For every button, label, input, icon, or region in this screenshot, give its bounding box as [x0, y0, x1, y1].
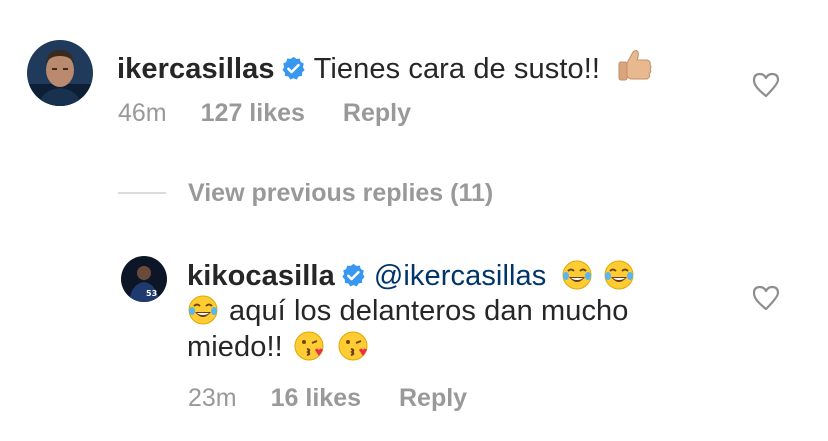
view-replies-label: View previous replies (11): [188, 179, 494, 207]
reply-button[interactable]: Reply: [343, 99, 411, 127]
like-heart-icon[interactable]: [752, 285, 780, 311]
avatar-photo: 53: [121, 256, 167, 302]
mention-link[interactable]: @ikercasillas: [374, 260, 547, 292]
face-blowing-a-kiss-icon: [337, 330, 369, 362]
avatar-kikocasilla[interactable]: 53: [121, 256, 167, 302]
reply-button[interactable]: Reply: [399, 384, 467, 412]
comment-time: 46m: [118, 99, 167, 127]
comment-meta: 46m 127 likes Reply: [118, 98, 411, 128]
likes-count-link[interactable]: 127 likes: [201, 99, 305, 127]
face-with-tears-of-joy-icon: [187, 294, 219, 326]
comment-text: Tienes cara de susto!!: [313, 53, 601, 85]
reply-text-line-3: miedo!!: [187, 331, 283, 363]
comment-line-1: ikercasillas Tienes cara de susto!!: [117, 46, 654, 87]
verified-badge-icon: [341, 263, 366, 288]
reply-meta: 23m 16 likes Reply: [188, 383, 467, 413]
reply-line-1: kikocasilla @ikercasillas: [187, 258, 635, 294]
thumbs-up-icon: [614, 46, 654, 86]
jersey-number: 53: [146, 289, 157, 298]
verified-badge-icon: [281, 56, 306, 81]
comment-thread: ikercasillas Tienes cara de susto!! 46m 12…: [0, 0, 828, 441]
like-heart-icon[interactable]: [752, 72, 780, 98]
reply-line-3: miedo!!: [187, 329, 369, 365]
face-with-tears-of-joy-icon: [603, 259, 635, 291]
reply-line-2: aquí los delanteros dan mucho: [187, 293, 629, 329]
avatar-ikercasillas[interactable]: [27, 40, 93, 106]
reply-time: 23m: [188, 384, 237, 412]
face-blowing-a-kiss-icon: [293, 330, 325, 362]
divider-line: [118, 192, 166, 194]
avatar-photo: [27, 40, 93, 106]
view-previous-replies-button[interactable]: View previous replies (11): [118, 178, 493, 208]
reply-username[interactable]: kikocasilla: [187, 260, 335, 292]
comment-username[interactable]: ikercasillas: [117, 53, 275, 85]
reply-text-line-2: aquí los delanteros dan mucho: [229, 295, 629, 327]
likes-count-link[interactable]: 16 likes: [271, 384, 361, 412]
face-with-tears-of-joy-icon: [561, 259, 593, 291]
